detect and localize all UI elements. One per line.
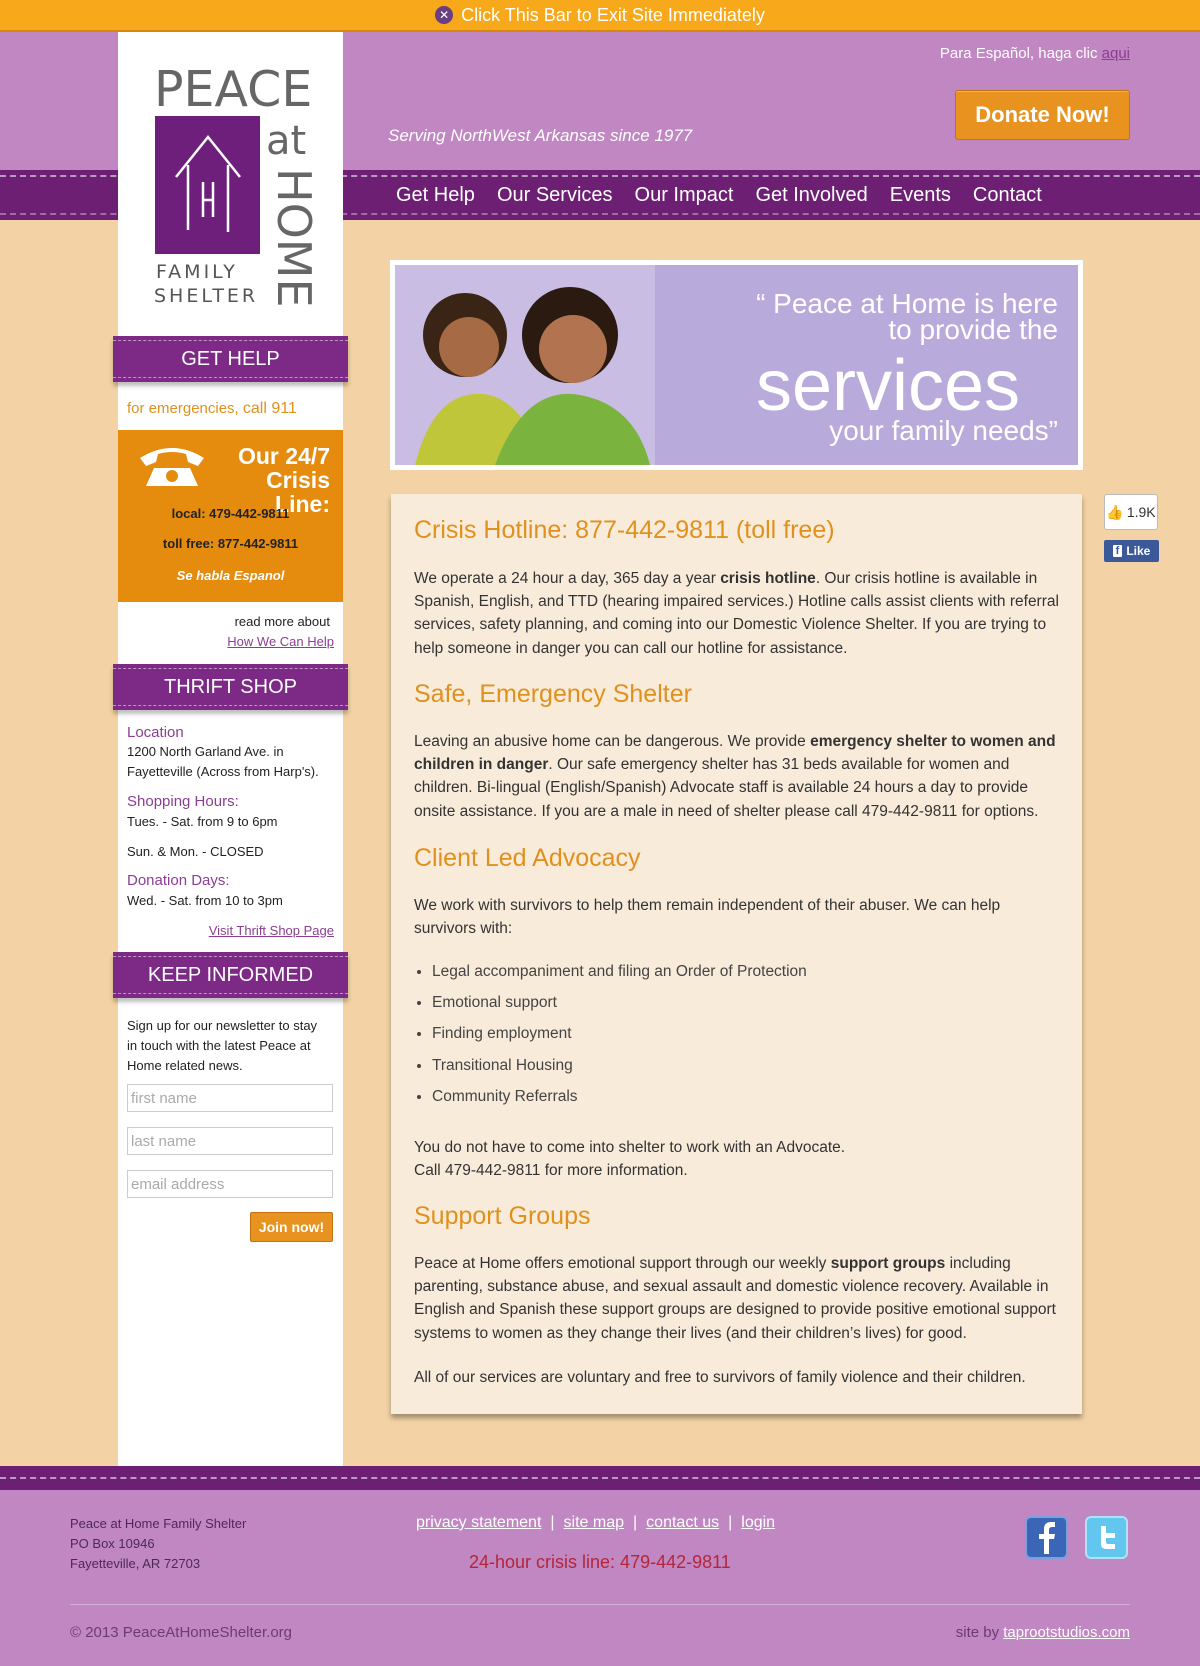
advocacy-list: Legal accompaniment and filing an Order … — [414, 963, 807, 1119]
banner-quote-top: “ Peace at Home is here to provide the — [756, 288, 1058, 345]
thrift-shop-heading: THRIFT SHOP — [113, 664, 348, 710]
thrift-address-2: Fayetteville (Across from Harp's). — [127, 764, 319, 779]
footer: Peace at Home Family Shelter PO Box 1094… — [0, 1490, 1200, 1666]
advocate-note: You do not have to come into shelter to … — [414, 1139, 846, 1180]
site-credit: site by taprootstudios.com — [955, 1624, 1130, 1641]
se-habla-espanol: Se habla Espanol — [176, 568, 285, 583]
list-item: Community Referrals — [432, 1088, 807, 1119]
facebook-icon: f — [1112, 545, 1123, 557]
donate-button[interactable]: Donate Now! — [955, 90, 1130, 140]
shelter-heading: Safe, Emergency Shelter — [414, 680, 692, 708]
shopping-hours-1: Tues. - Sat. from 9 to 6pm — [127, 814, 278, 829]
footer-crisis-line: 24-hour crisis line: 479-442-9811 — [469, 1552, 731, 1572]
crisis-toll-free: toll free: 877-442-9811 — [162, 536, 299, 551]
sidebar: PEACE at HOME FAMILY SHELTER GET HELP fo… — [113, 32, 348, 1466]
svg-text:SHELTER: SHELTER — [154, 285, 258, 307]
nav-our-services[interactable]: Our Services — [497, 184, 613, 207]
location-label: Location — [127, 724, 184, 741]
espanol-text: Para Español, haga clic aqui — [939, 45, 1130, 62]
read-more-text: read more about — [234, 614, 330, 629]
exit-site-bar[interactable]: ✕ Click This Bar to Exit Site Immediatel… — [0, 0, 1200, 32]
svg-text:PEACE: PEACE — [154, 61, 312, 118]
close-circle-icon: ✕ — [435, 6, 454, 24]
advocacy-heading: Client Led Advocacy — [414, 844, 641, 872]
main-content: Crisis Hotline: 877-442-9811 (toll free)… — [391, 494, 1082, 1414]
espanol-link[interactable]: aqui — [1102, 45, 1130, 62]
nav-get-involved[interactable]: Get Involved — [755, 184, 867, 207]
like-count: 👍 1.9K — [1104, 494, 1158, 530]
thumbs-up-icon: 👍 — [1106, 503, 1124, 520]
crisis-hotline-text: We operate a 24 hour a day, 365 day a ye… — [414, 570, 1059, 657]
thrift-shop-link[interactable]: Visit Thrift Shop Page — [209, 923, 334, 938]
facebook-icon[interactable] — [1025, 1516, 1068, 1559]
shopping-hours-2: Sun. & Mon. - CLOSED — [127, 844, 264, 859]
list-item: Legal accompaniment and filing an Order … — [432, 963, 807, 994]
svg-text:HOME: HOME — [267, 168, 321, 308]
nav-our-impact[interactable]: Our Impact — [635, 184, 734, 207]
svg-text:at: at — [266, 118, 306, 164]
hero-banner: “ Peace at Home is here to provide the s… — [390, 260, 1083, 470]
main-nav: Get Help Our Services Our Impact Get Inv… — [385, 170, 1053, 220]
keep-informed-heading: KEEP INFORMED — [113, 952, 348, 998]
footer-address: Peace at Home Family Shelter PO Box 1094… — [70, 1516, 247, 1571]
shopping-hours-label: Shopping Hours: — [127, 793, 239, 810]
crisis-local: local: 479-442-9811 — [171, 506, 290, 521]
crisis-line-box: Our 24/7 Crisis Line: local: 479-442-981… — [118, 430, 343, 602]
emergency-text: for emergencies, call 911 — [127, 400, 297, 417]
advocacy-text: We work with survivors to help them rema… — [414, 897, 1001, 938]
support-groups-text: Peace at Home offers emotional support t… — [414, 1255, 1056, 1342]
contact-us-link[interactable]: contact us — [646, 1514, 719, 1531]
first-name-field[interactable] — [127, 1084, 333, 1112]
emergency-call: call 911 — [242, 400, 297, 417]
tagline: Serving NorthWest Arkansas since 1977 — [388, 126, 693, 145]
how-we-can-help-link[interactable]: How We Can Help — [227, 634, 334, 649]
nav-get-help[interactable]: Get Help — [396, 184, 475, 207]
footer-links: privacy statement | site map | contact us | lo… — [416, 1514, 776, 1531]
support-groups-heading: Support Groups — [414, 1202, 591, 1230]
footer-band — [0, 1466, 1200, 1490]
telephone-icon — [140, 448, 204, 486]
nav-contact[interactable]: Contact — [973, 184, 1042, 207]
crisis-hotline-heading: Crisis Hotline: 877-442-9811 (toll free) — [414, 516, 835, 544]
banner-quote-bottom: your family needs” — [829, 415, 1058, 446]
facebook-like-button[interactable]: f Like — [1104, 540, 1159, 562]
nav-events[interactable]: Events — [890, 184, 951, 207]
email-field[interactable] — [127, 1170, 333, 1198]
donation-days-label: Donation Days: — [127, 872, 230, 889]
svg-text:FAMILY: FAMILY — [156, 261, 238, 283]
newsletter-text: Sign up for our newsletter to stay in to… — [127, 1018, 318, 1073]
join-now-button[interactable]: Join now! — [250, 1212, 333, 1242]
list-item: Emotional support — [432, 994, 807, 1025]
login-link[interactable]: login — [741, 1514, 775, 1531]
list-item: Transitional Housing — [432, 1057, 807, 1088]
shelter-text: Leaving an abusive home can be dangerous… — [414, 733, 1056, 820]
list-item: Finding employment — [432, 1025, 807, 1056]
site-map-link[interactable]: site map — [564, 1514, 624, 1531]
donation-hours: Wed. - Sat. from 10 to 3pm — [127, 893, 283, 908]
logo[interactable]: PEACE at HOME FAMILY SHELTER — [118, 32, 343, 332]
copyright: © 2013 PeaceAtHomeShelter.org — [70, 1624, 293, 1641]
taproot-link[interactable]: taprootstudios.com — [1003, 1624, 1130, 1641]
last-name-field[interactable] — [127, 1127, 333, 1155]
privacy-statement-link[interactable]: privacy statement — [416, 1514, 541, 1531]
services-free-text: All of our services are voluntary and fr… — [414, 1369, 1026, 1386]
twitter-icon[interactable] — [1085, 1516, 1128, 1559]
thrift-address-1: 1200 North Garland Ave. in — [127, 744, 284, 759]
get-help-heading: GET HELP — [113, 336, 348, 382]
exit-bar-label: Click This Bar to Exit Site Immediately — [461, 4, 765, 25]
footer-divider — [70, 1604, 1130, 1605]
